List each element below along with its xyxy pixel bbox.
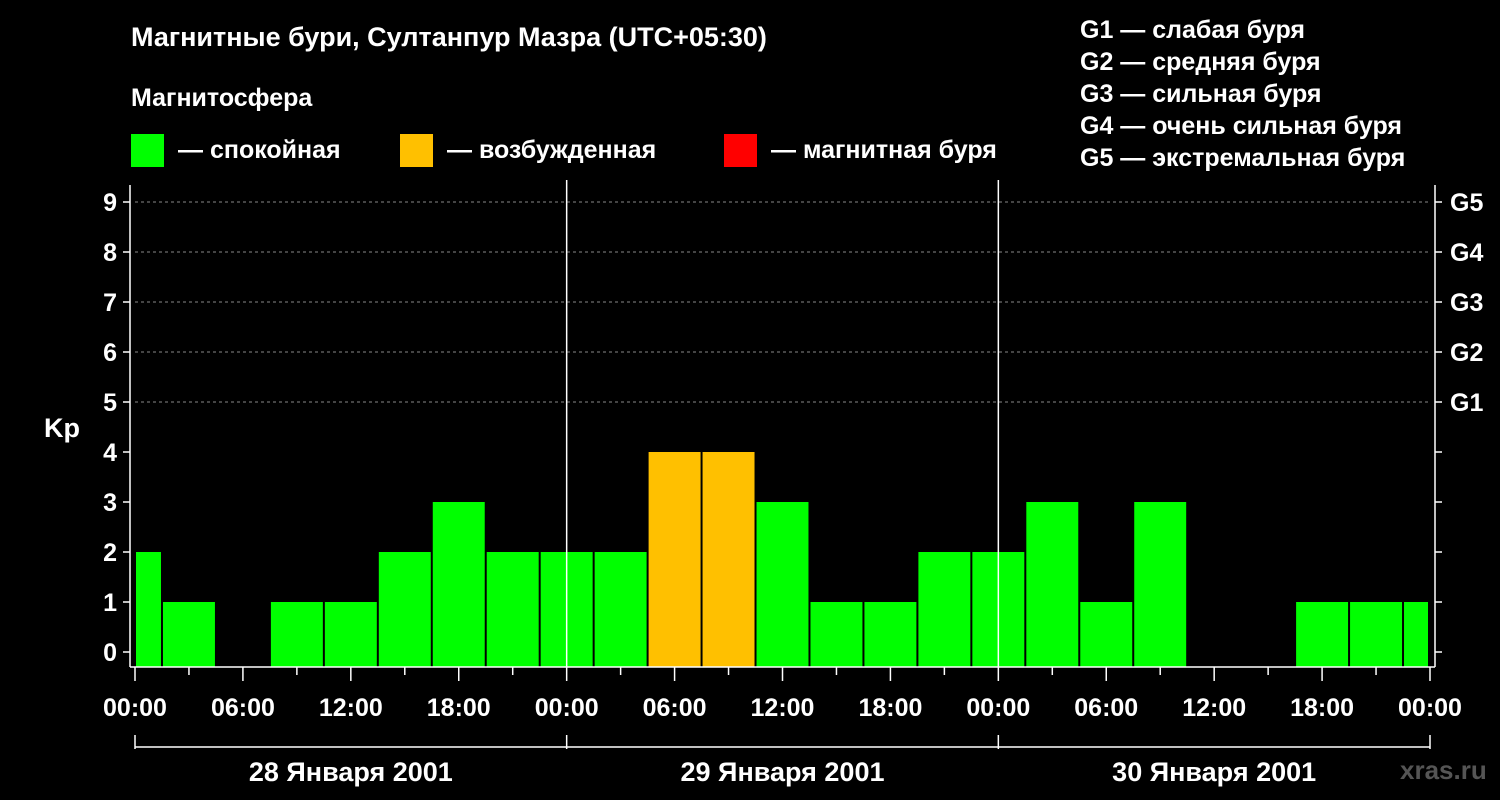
- kp-bar: [324, 602, 377, 667]
- x-tick-label: 06:00: [211, 694, 275, 722]
- y-tick-label: 1: [103, 589, 117, 617]
- y-tick-label: 3: [103, 489, 117, 517]
- day-label: 29 Января 2001: [681, 757, 885, 787]
- kp-bar: [702, 452, 755, 667]
- y-tick-label: 2: [103, 539, 117, 567]
- kp-bar: [432, 502, 485, 667]
- x-tick-label: 00:00: [103, 694, 167, 722]
- x-tick-label: 00:00: [535, 694, 599, 722]
- day-label: 30 Января 2001: [1112, 757, 1316, 787]
- kp-bar-chart: 0 1 2 3 4 5 6 7 8 9 G1 G2 G3 G4 G5 Kp 00:00 06:00 12:00 18:…: [44, 180, 1483, 787]
- y-tick-label: 4: [103, 439, 117, 467]
- x-tick-label: 06:00: [1074, 694, 1138, 722]
- x-tick-label: 12:00: [751, 694, 815, 722]
- day-label: 28 Января 2001: [249, 757, 453, 787]
- kp-bar: [270, 602, 323, 667]
- kp-bar: [918, 552, 971, 667]
- x-tick-label: 12:00: [1182, 694, 1246, 722]
- kp-bar: [162, 602, 215, 667]
- kp-bar: [1350, 602, 1403, 667]
- kp-bar: [648, 452, 701, 667]
- g-level-label: G4: [1450, 239, 1483, 267]
- kp-bar: [864, 602, 917, 667]
- watermark: xras.ru: [1400, 755, 1487, 785]
- x-tick-label: 18:00: [858, 694, 922, 722]
- x-tick-label: 00:00: [1398, 694, 1462, 722]
- g-level-label: G3: [1450, 289, 1483, 317]
- kp-bar: [594, 552, 647, 667]
- x-tick-label: 18:00: [1290, 694, 1354, 722]
- kp-bar: [1080, 602, 1133, 667]
- y-tick-label: 6: [103, 339, 117, 367]
- g-level-label: G2: [1450, 339, 1483, 367]
- kp-bar: [486, 552, 539, 667]
- kp-bar: [756, 502, 809, 667]
- y-tick-label: 7: [103, 289, 117, 317]
- kp-bar: [810, 602, 863, 667]
- x-tick-label: 12:00: [319, 694, 383, 722]
- y-tick-label: 9: [103, 189, 117, 217]
- kp-bar: [1026, 502, 1079, 667]
- x-tick-label: 18:00: [427, 694, 491, 722]
- kp-bar: [136, 552, 161, 667]
- y-tick-label: 0: [103, 639, 117, 667]
- g-level-label: G5: [1450, 189, 1483, 217]
- y-tick-label: 5: [103, 389, 117, 417]
- kp-bar: [1296, 602, 1349, 667]
- x-tick-label: 00:00: [966, 694, 1030, 722]
- y-tick-label: 8: [103, 239, 117, 267]
- kp-bar: [378, 552, 431, 667]
- y-axis-title: Kp: [44, 413, 80, 443]
- g-level-label: G1: [1450, 389, 1483, 417]
- kp-bar: [1134, 502, 1187, 667]
- x-tick-label: 06:00: [643, 694, 707, 722]
- kp-bar: [1404, 602, 1428, 667]
